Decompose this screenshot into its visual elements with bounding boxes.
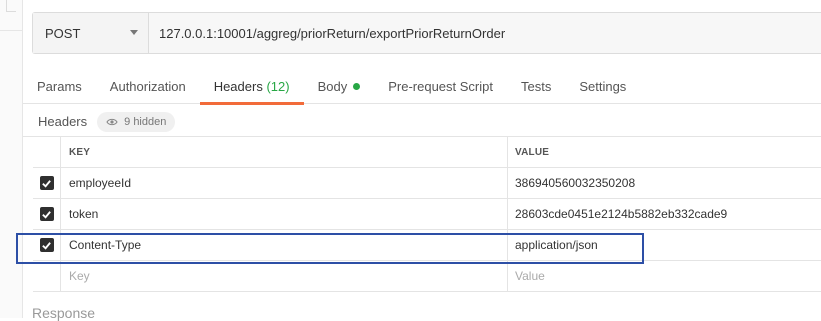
new-key-input[interactable]: Key bbox=[61, 261, 508, 291]
eye-icon bbox=[106, 118, 118, 125]
tab-params[interactable]: Params bbox=[23, 68, 96, 104]
checkmark-icon bbox=[42, 179, 51, 188]
header-key-field[interactable]: Content-Type bbox=[61, 230, 508, 260]
hidden-headers-toggle[interactable]: 9 hidden bbox=[97, 111, 176, 132]
tab-prerequest-script[interactable]: Pre-request Script bbox=[374, 68, 507, 104]
tab-headers-label: Headers bbox=[213, 79, 263, 94]
new-value-input[interactable]: Value bbox=[508, 261, 821, 291]
checkbox-checked[interactable] bbox=[39, 207, 54, 221]
table-row-new: Key Value bbox=[33, 261, 821, 292]
request-tabs: Params Authorization Headers (12) Body P… bbox=[23, 68, 821, 105]
tab-authorization-label: Authorization bbox=[109, 79, 186, 94]
checkmark-icon bbox=[42, 241, 51, 250]
checkbox-checked[interactable] bbox=[39, 176, 54, 190]
body-status-dot-icon bbox=[353, 83, 361, 90]
tab-body[interactable]: Body bbox=[304, 68, 375, 104]
header-value-field[interactable]: 386940560032350208 bbox=[508, 168, 821, 198]
value-column-header: VALUE bbox=[515, 146, 550, 158]
tab-params-label: Params bbox=[37, 79, 82, 94]
row-check-cell bbox=[33, 261, 61, 291]
tab-settings[interactable]: Settings bbox=[565, 68, 640, 104]
sidebar-fragment bbox=[6, 0, 16, 12]
method-label: POST bbox=[45, 25, 81, 41]
request-bar: POST 127.0.0.1:10001/aggreg/priorReturn/… bbox=[32, 12, 821, 54]
tab-prerequest-label: Pre-request Script bbox=[388, 79, 493, 94]
row-check-cell bbox=[33, 168, 61, 198]
tab-headers[interactable]: Headers (12) bbox=[199, 68, 304, 105]
headers-subbar: Headers 9 hidden bbox=[23, 107, 821, 137]
checkbox-checked[interactable] bbox=[39, 238, 54, 252]
header-value-field[interactable]: 28603cde0451e2124b5882eb332cade9 bbox=[508, 199, 821, 229]
header-key-field[interactable]: employeeId bbox=[61, 168, 508, 198]
key-column-header: KEY bbox=[61, 137, 508, 167]
tab-tests[interactable]: Tests bbox=[507, 68, 565, 104]
method-dropdown[interactable]: POST bbox=[33, 13, 149, 53]
tab-authorization[interactable]: Authorization bbox=[96, 68, 200, 104]
left-sidebar-strip bbox=[0, 0, 23, 318]
row-check-cell bbox=[33, 230, 61, 260]
headers-title: Headers bbox=[38, 114, 88, 129]
table-row: token 28603cde0451e2124b5882eb332cade9 bbox=[33, 199, 821, 230]
tab-settings-label: Settings bbox=[579, 79, 627, 94]
headers-table: KEY VALUE employeeId 386940560032350208 … bbox=[33, 137, 821, 292]
headers-count-badge: (12) bbox=[266, 79, 290, 94]
tab-body-label: Body bbox=[317, 79, 348, 94]
tab-tests-label: Tests bbox=[520, 79, 552, 94]
table-header-row: KEY VALUE bbox=[33, 137, 821, 168]
response-label: Response bbox=[32, 305, 96, 321]
row-check-cell bbox=[33, 199, 61, 229]
table-row: Content-Type application/json bbox=[33, 230, 821, 261]
header-value-field[interactable]: application/json bbox=[508, 230, 821, 260]
header-check-cell bbox=[33, 137, 61, 167]
chevron-down-icon bbox=[130, 30, 138, 35]
hidden-headers-label: 9 hidden bbox=[124, 115, 167, 128]
header-key-field[interactable]: token bbox=[61, 199, 508, 229]
sidebar-divider bbox=[0, 30, 22, 31]
request-panel: POST 127.0.0.1:10001/aggreg/priorReturn/… bbox=[23, 0, 821, 321]
table-row: employeeId 386940560032350208 bbox=[33, 168, 821, 199]
url-input[interactable]: 127.0.0.1:10001/aggreg/priorReturn/expor… bbox=[149, 13, 821, 53]
checkmark-icon bbox=[42, 210, 51, 219]
